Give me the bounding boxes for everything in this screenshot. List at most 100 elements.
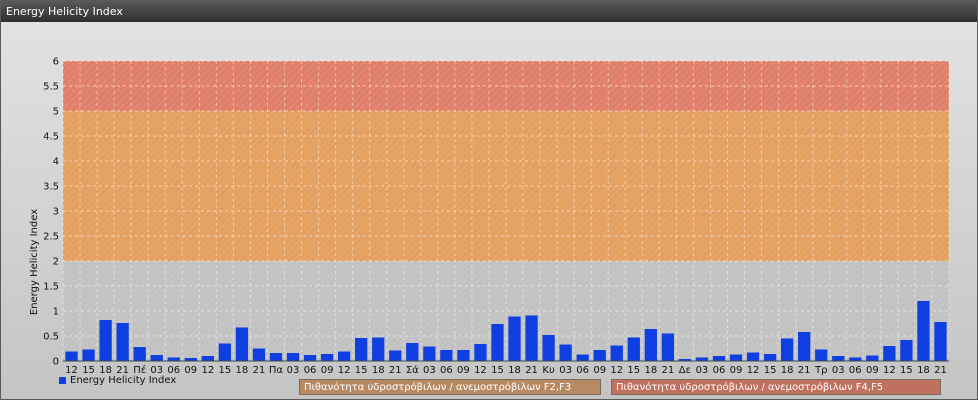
- bar: [320, 354, 334, 361]
- bar: [815, 349, 828, 361]
- bar: [610, 345, 623, 361]
- bar: [269, 353, 283, 361]
- x-tick-label: 15: [627, 365, 640, 376]
- legend-label: Energy Helicity Index: [70, 375, 177, 386]
- x-tick-label: 12: [610, 365, 623, 376]
- x-tick-label: 09: [457, 365, 470, 376]
- bar: [883, 346, 896, 361]
- y-tick-label: 3: [53, 207, 59, 218]
- bar: [593, 350, 606, 361]
- x-tick-label: 18: [508, 365, 521, 376]
- chart-area: 0 0.5 1 1.5 2 2.5 3 3.5 4 4.5 5 5.5 6 12 15 18 21 Πέ 03 06 0…: [1, 22, 977, 399]
- energy-helicity-chart: 00.511.522.533.544.555.5612 15 18 21 Πέ 03 06 0…: [29, 57, 950, 376]
- x-tick-label: Κυ: [542, 365, 555, 376]
- x-tick-label: Πα: [269, 365, 284, 376]
- x-tick-label: 06: [304, 365, 317, 376]
- legend[interactable]: Energy Helicity Index: [59, 375, 176, 386]
- bar: [338, 351, 351, 361]
- x-tick-label: 03: [559, 365, 572, 376]
- bar: [763, 354, 777, 361]
- bar: [917, 301, 930, 361]
- bar: [389, 350, 402, 361]
- window-title: Energy Helicity Index: [1, 1, 977, 22]
- y-tick-label: 1: [53, 307, 59, 318]
- bar: [150, 355, 163, 361]
- bar: [355, 338, 368, 361]
- y-tick-label: 1.5: [43, 282, 59, 293]
- x-tick-label: 12: [474, 365, 487, 376]
- bar: [440, 350, 453, 361]
- x-tick-label: 09: [730, 365, 743, 376]
- x-tick-label: 09: [184, 365, 197, 376]
- x-tick-label: 18: [372, 365, 385, 376]
- bar: [65, 351, 78, 361]
- bar: [167, 357, 180, 361]
- bar: [576, 354, 589, 361]
- bar: [235, 327, 249, 361]
- bar: [201, 356, 214, 361]
- bar: [712, 356, 726, 361]
- chart-window: Energy Helicity Index 0 0.5 1 1.5 2 2.5 3 3.5 4 4…: [0, 0, 978, 400]
- bar: [372, 337, 385, 361]
- y-axis-label: Energy Helicity Index: [29, 209, 40, 315]
- bar: [661, 333, 674, 361]
- bar: [746, 352, 760, 361]
- bar: [627, 337, 640, 361]
- y-tick-label: 6: [53, 57, 59, 68]
- x-tick-label: 06: [849, 365, 862, 376]
- x-tick-label: 15: [764, 365, 777, 376]
- x-tick-label: 15: [900, 365, 913, 376]
- x-tick-label: 21: [934, 365, 947, 376]
- x-tick-label: 12: [201, 365, 214, 376]
- bar: [559, 344, 572, 361]
- x-tick-label: Τρ: [814, 365, 827, 376]
- x-tick-label: 21: [389, 365, 402, 376]
- x-tick-label: 21: [525, 365, 538, 376]
- bar: [218, 343, 231, 361]
- y-tick-label: 3.5: [43, 182, 59, 193]
- bar: [286, 353, 300, 361]
- bar: [781, 338, 794, 361]
- x-tick-label: 03: [423, 365, 436, 376]
- y-tick-label: 4: [53, 157, 59, 168]
- x-tick-label: 18: [917, 365, 930, 376]
- bar: [508, 316, 521, 361]
- x-tick-label: 18: [644, 365, 657, 376]
- y-tick-label: 5: [53, 107, 59, 118]
- x-tick-label: 18: [236, 365, 249, 376]
- bar: [303, 355, 317, 361]
- bar: [423, 346, 436, 361]
- x-tick-label: 06: [576, 365, 589, 376]
- bar: [644, 329, 657, 361]
- bar: [252, 348, 266, 361]
- bar: [695, 357, 709, 361]
- bar: [133, 347, 146, 361]
- bar: [866, 355, 879, 361]
- y-tick-label: 2: [53, 257, 59, 268]
- bar: [729, 354, 743, 361]
- x-tick-label: Σά: [406, 364, 419, 376]
- band-label-f2-f3: Πιθανότητα υδροστρόβιλων / ανεμοστρόβιλω…: [299, 379, 601, 395]
- bar: [542, 335, 555, 361]
- x-tick-label: 12: [338, 365, 351, 376]
- x-tick-label: 03: [696, 365, 709, 376]
- x-tick-label: 09: [321, 365, 334, 376]
- bar: [525, 315, 538, 361]
- x-tick-label: 21: [798, 365, 811, 376]
- x-tick-label: 06: [440, 365, 453, 376]
- y-tick-label: 2.5: [43, 232, 59, 243]
- band-label-f4-f5: Πιθανότητα υδροστρόβιλων / ανεμοστρόβιλω…: [611, 379, 941, 395]
- y-tick-label: 4.5: [43, 132, 59, 143]
- bar: [900, 340, 913, 361]
- bar: [832, 356, 845, 361]
- x-tick-label: 06: [713, 365, 726, 376]
- y-tick-label: 0: [53, 357, 59, 368]
- bar: [82, 349, 95, 361]
- x-tick-label: 15: [491, 365, 504, 376]
- x-tick-label: 15: [355, 365, 368, 376]
- y-tick-label: 5.5: [43, 82, 59, 93]
- x-tick-label: 03: [287, 365, 300, 376]
- bar: [457, 350, 470, 361]
- bar: [406, 343, 419, 361]
- bar: [474, 344, 487, 361]
